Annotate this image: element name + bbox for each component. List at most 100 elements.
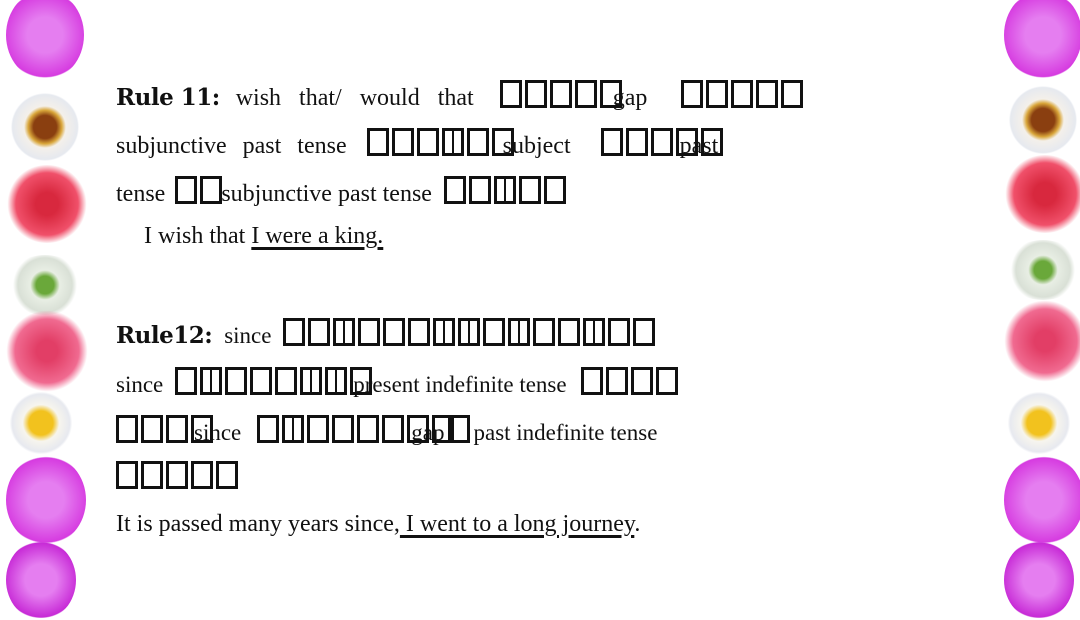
missing-glyph-box: [441, 128, 464, 156]
rule12-line2: since present indefinite tense: [116, 367, 681, 397]
glyph-boxes: [175, 367, 375, 397]
missing-glyph-box: [443, 176, 466, 204]
rule12-text: gap: [411, 420, 445, 445]
missing-glyph-box: [257, 415, 280, 443]
rule11-example: I wish that I were a king.: [144, 224, 383, 248]
missing-glyph-box: [383, 318, 406, 346]
missing-glyph-box: [216, 461, 238, 489]
missing-glyph-box: [493, 176, 516, 204]
rule11-label: Rule 11:: [116, 84, 220, 111]
rule11-text: subject: [502, 133, 571, 159]
missing-glyph-box: [681, 80, 704, 108]
missing-glyph-box: [608, 318, 631, 346]
glyph-boxes: [443, 176, 569, 206]
missing-glyph-box: [358, 318, 381, 346]
glyph-boxes: [681, 80, 806, 110]
example-suffix: .: [634, 511, 641, 537]
missing-glyph-box: [524, 80, 547, 108]
glyph-boxes: [448, 415, 473, 445]
glyph-boxes: [499, 80, 625, 110]
example-prefix: It is passed many years since,: [116, 511, 400, 537]
rule11-text: tense: [116, 181, 166, 207]
rule12-text: since: [194, 420, 242, 445]
missing-glyph-box: [448, 415, 471, 443]
missing-glyph-box: [458, 318, 481, 346]
missing-glyph-box: [416, 128, 439, 156]
missing-glyph-box: [225, 367, 248, 395]
missing-glyph-box: [366, 128, 389, 156]
missing-glyph-box: [650, 128, 673, 156]
glyph-boxes: [366, 128, 517, 158]
glyph-boxes: [580, 367, 681, 397]
missing-glyph-box: [333, 318, 356, 346]
glyph-boxes: [116, 461, 241, 491]
rule11-text: subjunctive past tense: [221, 181, 432, 207]
missing-glyph-box: [433, 318, 456, 346]
missing-glyph-box: [706, 80, 729, 108]
missing-glyph-box: [200, 176, 223, 204]
missing-glyph-box: [756, 80, 779, 108]
rule12-line3: since gap past indefinite tense: [116, 415, 657, 445]
missing-glyph-box: [300, 367, 323, 395]
rule11-text: past: [679, 133, 719, 159]
missing-glyph-box: [391, 128, 414, 156]
rule12-text: present indefinite tense: [353, 372, 567, 397]
missing-glyph-box: [283, 318, 306, 346]
missing-glyph-box: [543, 176, 566, 204]
glyph-boxes: [283, 318, 658, 348]
missing-glyph-box: [191, 461, 213, 489]
missing-glyph-box: [508, 318, 531, 346]
missing-glyph-box: [533, 318, 556, 346]
rule11-text: wish that/ would that: [235, 85, 474, 111]
missing-glyph-box: [175, 367, 198, 395]
missing-glyph-box: [307, 415, 330, 443]
example-underlined: I were a king.: [251, 223, 384, 249]
missing-glyph-box: [518, 176, 541, 204]
rule11-text: gap: [612, 85, 648, 111]
missing-glyph-box: [357, 415, 380, 443]
missing-glyph-box: [633, 318, 656, 346]
missing-glyph-box: [141, 415, 163, 443]
missing-glyph-box: [558, 318, 581, 346]
rule11-line2: subjunctive past tense subject past: [116, 128, 723, 159]
missing-glyph-box: [382, 415, 405, 443]
missing-glyph-box: [325, 367, 348, 395]
rule12-line1: Rule12: since: [116, 318, 658, 348]
example-prefix: I wish that: [144, 223, 246, 249]
rule12-text: past indefinite tense: [473, 420, 658, 445]
slide-content: Rule 11: wish that/ would that gap subju…: [0, 0, 1080, 612]
glyph-boxes: [175, 176, 225, 206]
missing-glyph-box: [116, 415, 138, 443]
missing-glyph-box: [141, 461, 163, 489]
missing-glyph-box: [499, 80, 522, 108]
missing-glyph-box: [731, 80, 754, 108]
missing-glyph-box: [574, 80, 597, 108]
missing-glyph-box: [166, 461, 188, 489]
example-underlined: I went to a long journey: [399, 511, 635, 537]
rule12-label: Rule12:: [116, 322, 213, 349]
missing-glyph-box: [282, 415, 305, 443]
missing-glyph-box: [250, 367, 273, 395]
rule12-text: since: [224, 323, 272, 348]
rule11-text: subjunctive past tense: [116, 133, 347, 159]
missing-glyph-box: [605, 367, 628, 395]
missing-glyph-box: [275, 367, 298, 395]
missing-glyph-box: [625, 128, 648, 156]
missing-glyph-box: [630, 367, 653, 395]
rule11-line1: Rule 11: wish that/ would that gap: [116, 80, 806, 110]
missing-glyph-box: [580, 367, 603, 395]
missing-glyph-box: [655, 367, 678, 395]
missing-glyph-box: [583, 318, 606, 346]
rule12-text: since: [116, 372, 164, 397]
missing-glyph-box: [483, 318, 506, 346]
rule12-line4: [116, 461, 241, 491]
missing-glyph-box: [600, 128, 623, 156]
missing-glyph-box: [781, 80, 804, 108]
missing-glyph-box: [466, 128, 489, 156]
missing-glyph-box: [166, 415, 188, 443]
missing-glyph-box: [175, 176, 198, 204]
rule11-line3: tense subjunctive past tense: [116, 176, 569, 206]
missing-glyph-box: [332, 415, 355, 443]
missing-glyph-box: [116, 461, 138, 489]
missing-glyph-box: [308, 318, 331, 346]
